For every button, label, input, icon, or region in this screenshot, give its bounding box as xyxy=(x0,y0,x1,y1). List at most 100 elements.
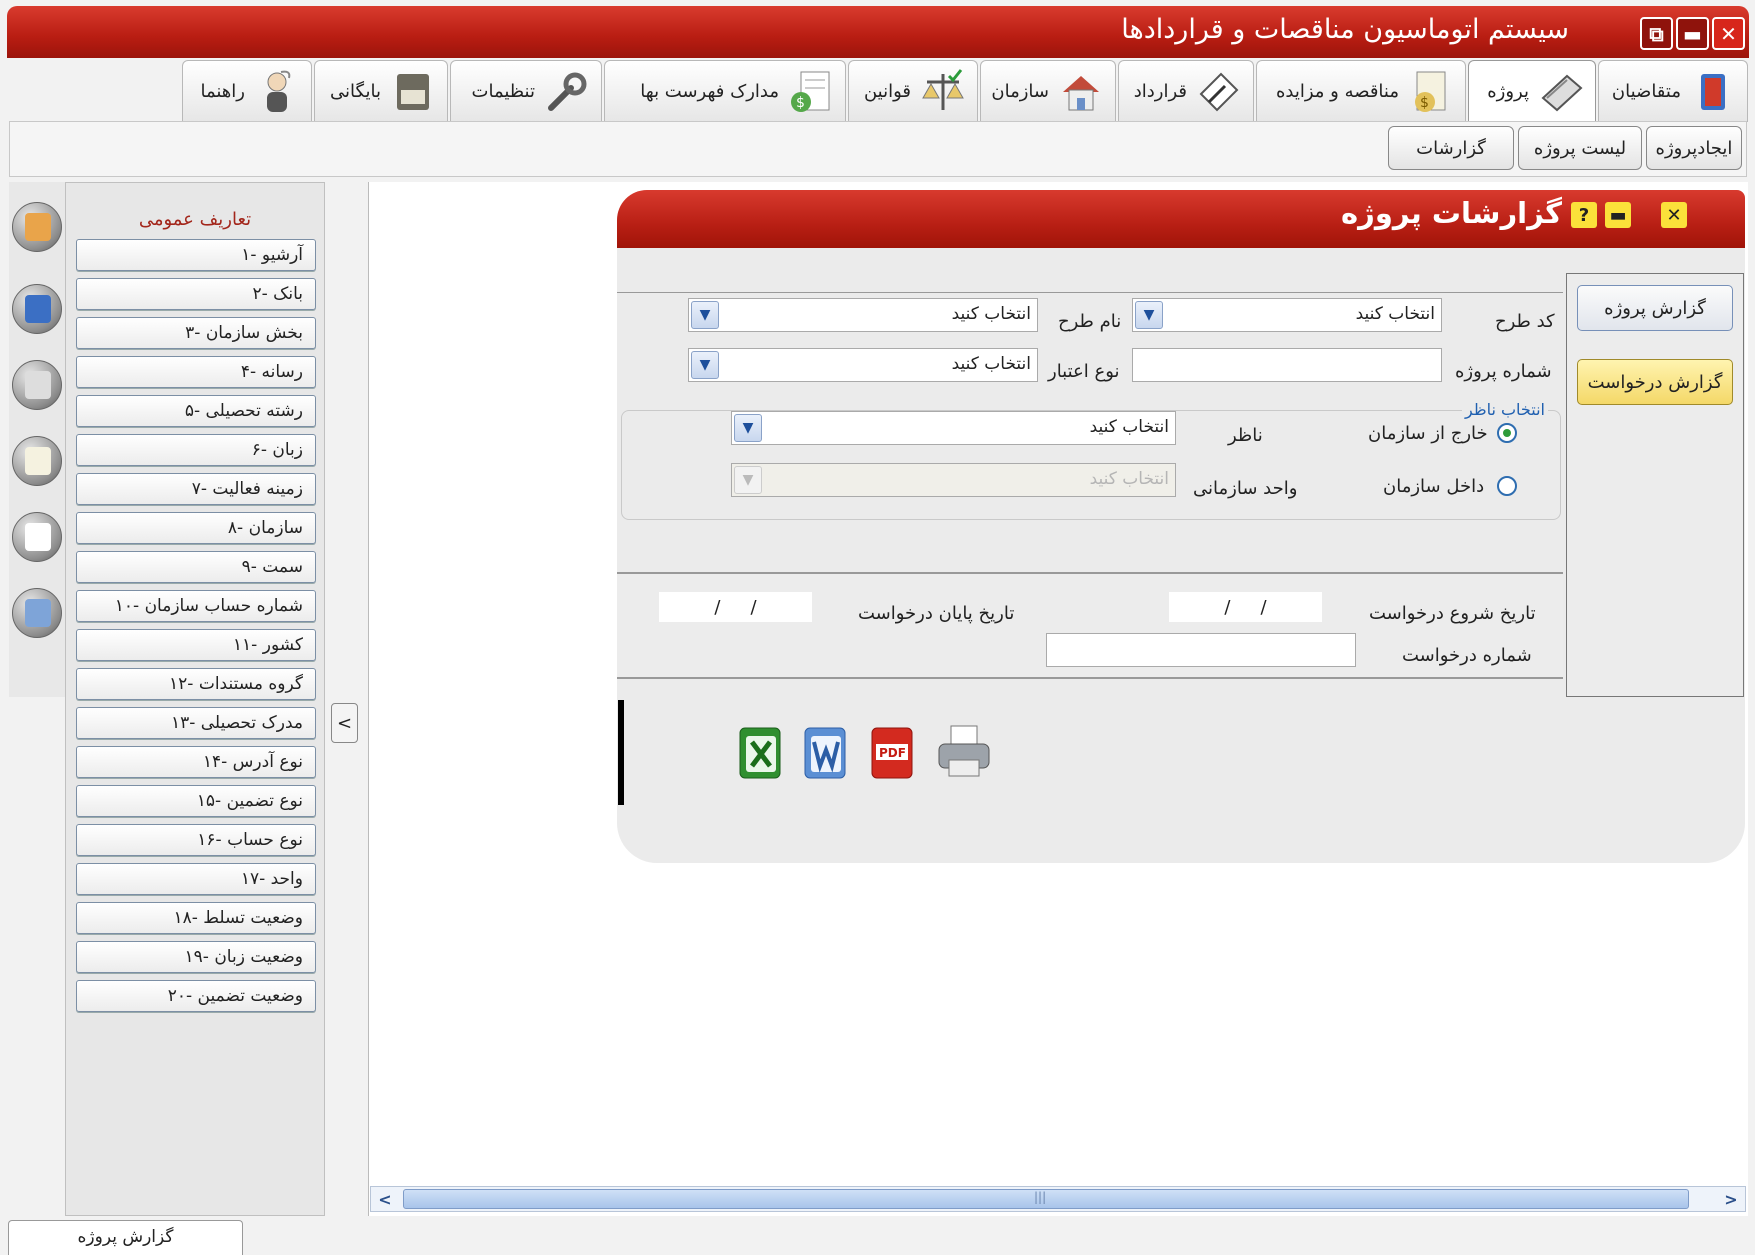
scroll-right-button[interactable]: > xyxy=(1719,1188,1743,1210)
print-icon[interactable] xyxy=(935,720,993,782)
definition-item-position[interactable]: ۹- سمت xyxy=(76,551,316,583)
help-icon: ? xyxy=(1578,204,1590,226)
org-unit-label: واحد سازمانی xyxy=(1193,478,1298,499)
collapse-panel-button[interactable]: < xyxy=(331,703,358,743)
request-number-input[interactable] xyxy=(1046,633,1356,667)
definition-item-guarantee-type[interactable]: ۱۵- نوع تضمین xyxy=(76,785,316,817)
definition-item-media[interactable]: ۴- رسانه xyxy=(76,356,316,388)
scales-icon xyxy=(922,68,964,110)
plan-code-label: کد طرح xyxy=(1495,311,1555,332)
project-list-button[interactable]: لیست پروژه xyxy=(1518,126,1642,170)
chevron-left-icon: < xyxy=(336,712,353,734)
definition-item-language-status[interactable]: ۱۹- وضعیت زبان xyxy=(76,941,316,973)
definitions-header: تعاریف عمومی xyxy=(138,209,252,230)
outside-org-radio[interactable] xyxy=(1497,423,1517,443)
reports-side-icon[interactable] xyxy=(12,588,62,638)
definition-item-account-type[interactable]: ۱۶- نوع حساب xyxy=(76,824,316,856)
excel-export-icon[interactable] xyxy=(734,720,786,782)
close-icon: ✕ xyxy=(1720,21,1737,46)
definition-item-field-of-study[interactable]: ۵- رشته تحصیلی xyxy=(76,395,316,427)
main-tabs: متقاضیان پروژه $ مناقصه و مزایده قرارداد… xyxy=(130,60,1748,122)
tab-organization[interactable]: سازمان xyxy=(980,60,1116,122)
tab-tender-auction[interactable]: $ مناقصه و مزایده xyxy=(1256,60,1466,122)
org-unit-select[interactable]: ▼ انتخاب کنید xyxy=(731,463,1176,497)
tab-label: سازمان xyxy=(991,81,1049,102)
definition-item-activity-field[interactable]: ۷- زمینه فعالیت xyxy=(76,473,316,505)
definition-item-degree[interactable]: ۱۳- مدرک تحصیلی xyxy=(76,707,316,739)
request-report-button[interactable]: گزارش درخواست xyxy=(1577,359,1733,405)
report-type-panel: گزارش پروژه گزارش درخواست xyxy=(1566,273,1744,697)
definition-item-address-type[interactable]: ۱۴- نوع آدرس xyxy=(76,746,316,778)
chevron-right-icon: > xyxy=(1724,1189,1738,1209)
observer-label: ناظر xyxy=(1228,425,1263,446)
definition-item-archive[interactable]: ۱- آرشیو xyxy=(76,239,316,271)
definition-item-country[interactable]: ۱۱- کشور xyxy=(76,629,316,661)
observer-group-legend: انتخاب ناظر xyxy=(1462,400,1548,419)
request-number-label: شماره درخواست xyxy=(1402,645,1532,666)
report-close-button[interactable]: ✕ xyxy=(1661,202,1687,228)
minimize-icon: ▬ xyxy=(1683,21,1702,46)
plan-name-select[interactable]: ▼ انتخاب کنید xyxy=(688,298,1038,332)
chevron-down-icon: ▼ xyxy=(734,414,762,442)
definition-item-bank[interactable]: ۲- بانک xyxy=(76,278,316,310)
request-start-date-label: تاریخ شروع درخواست xyxy=(1369,603,1536,624)
restore-window-button[interactable]: ⧉ xyxy=(1640,17,1673,50)
wrench-icon xyxy=(548,72,587,111)
definition-item-document-group[interactable]: ۱۲- گروه مستندات xyxy=(76,668,316,700)
svg-text:$: $ xyxy=(1420,95,1429,111)
contract-side-icon[interactable] xyxy=(12,512,62,562)
close-icon: ✕ xyxy=(1666,204,1682,226)
definition-item-org-section[interactable]: ۳- بخش سازمان xyxy=(76,317,316,349)
definition-item-guarantee-status[interactable]: ۲۰- وضعیت تضمین xyxy=(76,980,316,1012)
pen-icon xyxy=(1199,72,1239,111)
definition-item-org-account[interactable]: ۱۰- شماره حساب سازمان xyxy=(76,590,316,622)
scrollbar-thumb[interactable]: ||| xyxy=(403,1189,1689,1209)
tab-label: بایگانی xyxy=(330,81,381,102)
report-window-title-bar: ✕ ▬ ? گزارشات پروژه xyxy=(617,190,1745,248)
scroll-left-button[interactable]: < xyxy=(373,1188,397,1210)
tab-applicants[interactable]: متقاضیان xyxy=(1598,60,1748,122)
general-definitions-panel: تعاریف عمومی ۱- آرشیو ۲- بانک ۳- بخش ساز… xyxy=(65,182,325,1216)
report-help-button[interactable]: ? xyxy=(1571,202,1597,228)
project-number-input[interactable] xyxy=(1132,348,1442,382)
definition-item-organization[interactable]: ۸- سازمان xyxy=(76,512,316,544)
tab-help[interactable]: راهنما xyxy=(182,60,312,122)
project-side-icon[interactable] xyxy=(12,360,62,410)
observer-select[interactable]: ▼ انتخاب کنید xyxy=(731,411,1176,445)
chevron-down-icon: ▼ xyxy=(691,301,719,329)
close-window-button[interactable]: ✕ xyxy=(1712,17,1745,50)
minimize-window-button[interactable]: ▬ xyxy=(1676,17,1709,50)
tab-laws[interactable]: قوانین xyxy=(848,60,978,122)
tab-project[interactable]: پروژه xyxy=(1468,60,1596,122)
book-icon xyxy=(1701,73,1725,110)
pdf-export-icon[interactable]: PDF xyxy=(866,720,918,782)
tab-label: مناقصه و مزایده xyxy=(1275,81,1399,102)
project-report-button[interactable]: گزارش پروژه xyxy=(1577,285,1733,331)
tab-settings[interactable]: تنظیمات xyxy=(450,60,602,122)
definition-item-unit[interactable]: ۱۷- واحد xyxy=(76,863,316,895)
word-export-icon[interactable] xyxy=(799,720,851,782)
request-end-date-input[interactable]: / / xyxy=(659,592,812,622)
horizontal-scrollbar[interactable]: < ||| > xyxy=(370,1186,1746,1212)
restore-icon: ⧉ xyxy=(1649,21,1664,46)
tender-side-icon[interactable] xyxy=(12,436,62,486)
request-start-date-input[interactable]: / / xyxy=(1169,592,1322,622)
tab-label: پروژه xyxy=(1487,81,1529,102)
tab-contract[interactable]: قرارداد xyxy=(1118,60,1254,122)
tab-price-list-docs[interactable]: $ مدارک فهرست بها xyxy=(604,60,846,122)
inside-org-radio[interactable] xyxy=(1497,476,1517,496)
report-minimize-button[interactable]: ▬ xyxy=(1605,202,1631,228)
plan-code-select[interactable]: ▼ انتخاب کنید xyxy=(1132,298,1442,332)
create-project-button[interactable]: ایجادپروژه xyxy=(1646,126,1742,170)
definition-item-proficiency-status[interactable]: ۱۸- وضعیت تسلط xyxy=(76,902,316,934)
chevron-down-icon: ▼ xyxy=(734,466,762,494)
definition-item-language[interactable]: ۶- زبان xyxy=(76,434,316,466)
credit-type-select[interactable]: ▼ انتخاب کنید xyxy=(688,348,1038,382)
inside-org-label: داخل سازمان xyxy=(1383,476,1485,497)
general-definitions-icon[interactable] xyxy=(12,202,62,252)
reports-button[interactable]: گزارشات xyxy=(1388,126,1514,170)
open-window-tab[interactable]: گزارش پروژه xyxy=(8,1220,243,1255)
tab-label: قرارداد xyxy=(1133,81,1187,102)
applicants-side-icon[interactable] xyxy=(12,284,62,334)
tab-archive[interactable]: بایگانی xyxy=(314,60,448,122)
